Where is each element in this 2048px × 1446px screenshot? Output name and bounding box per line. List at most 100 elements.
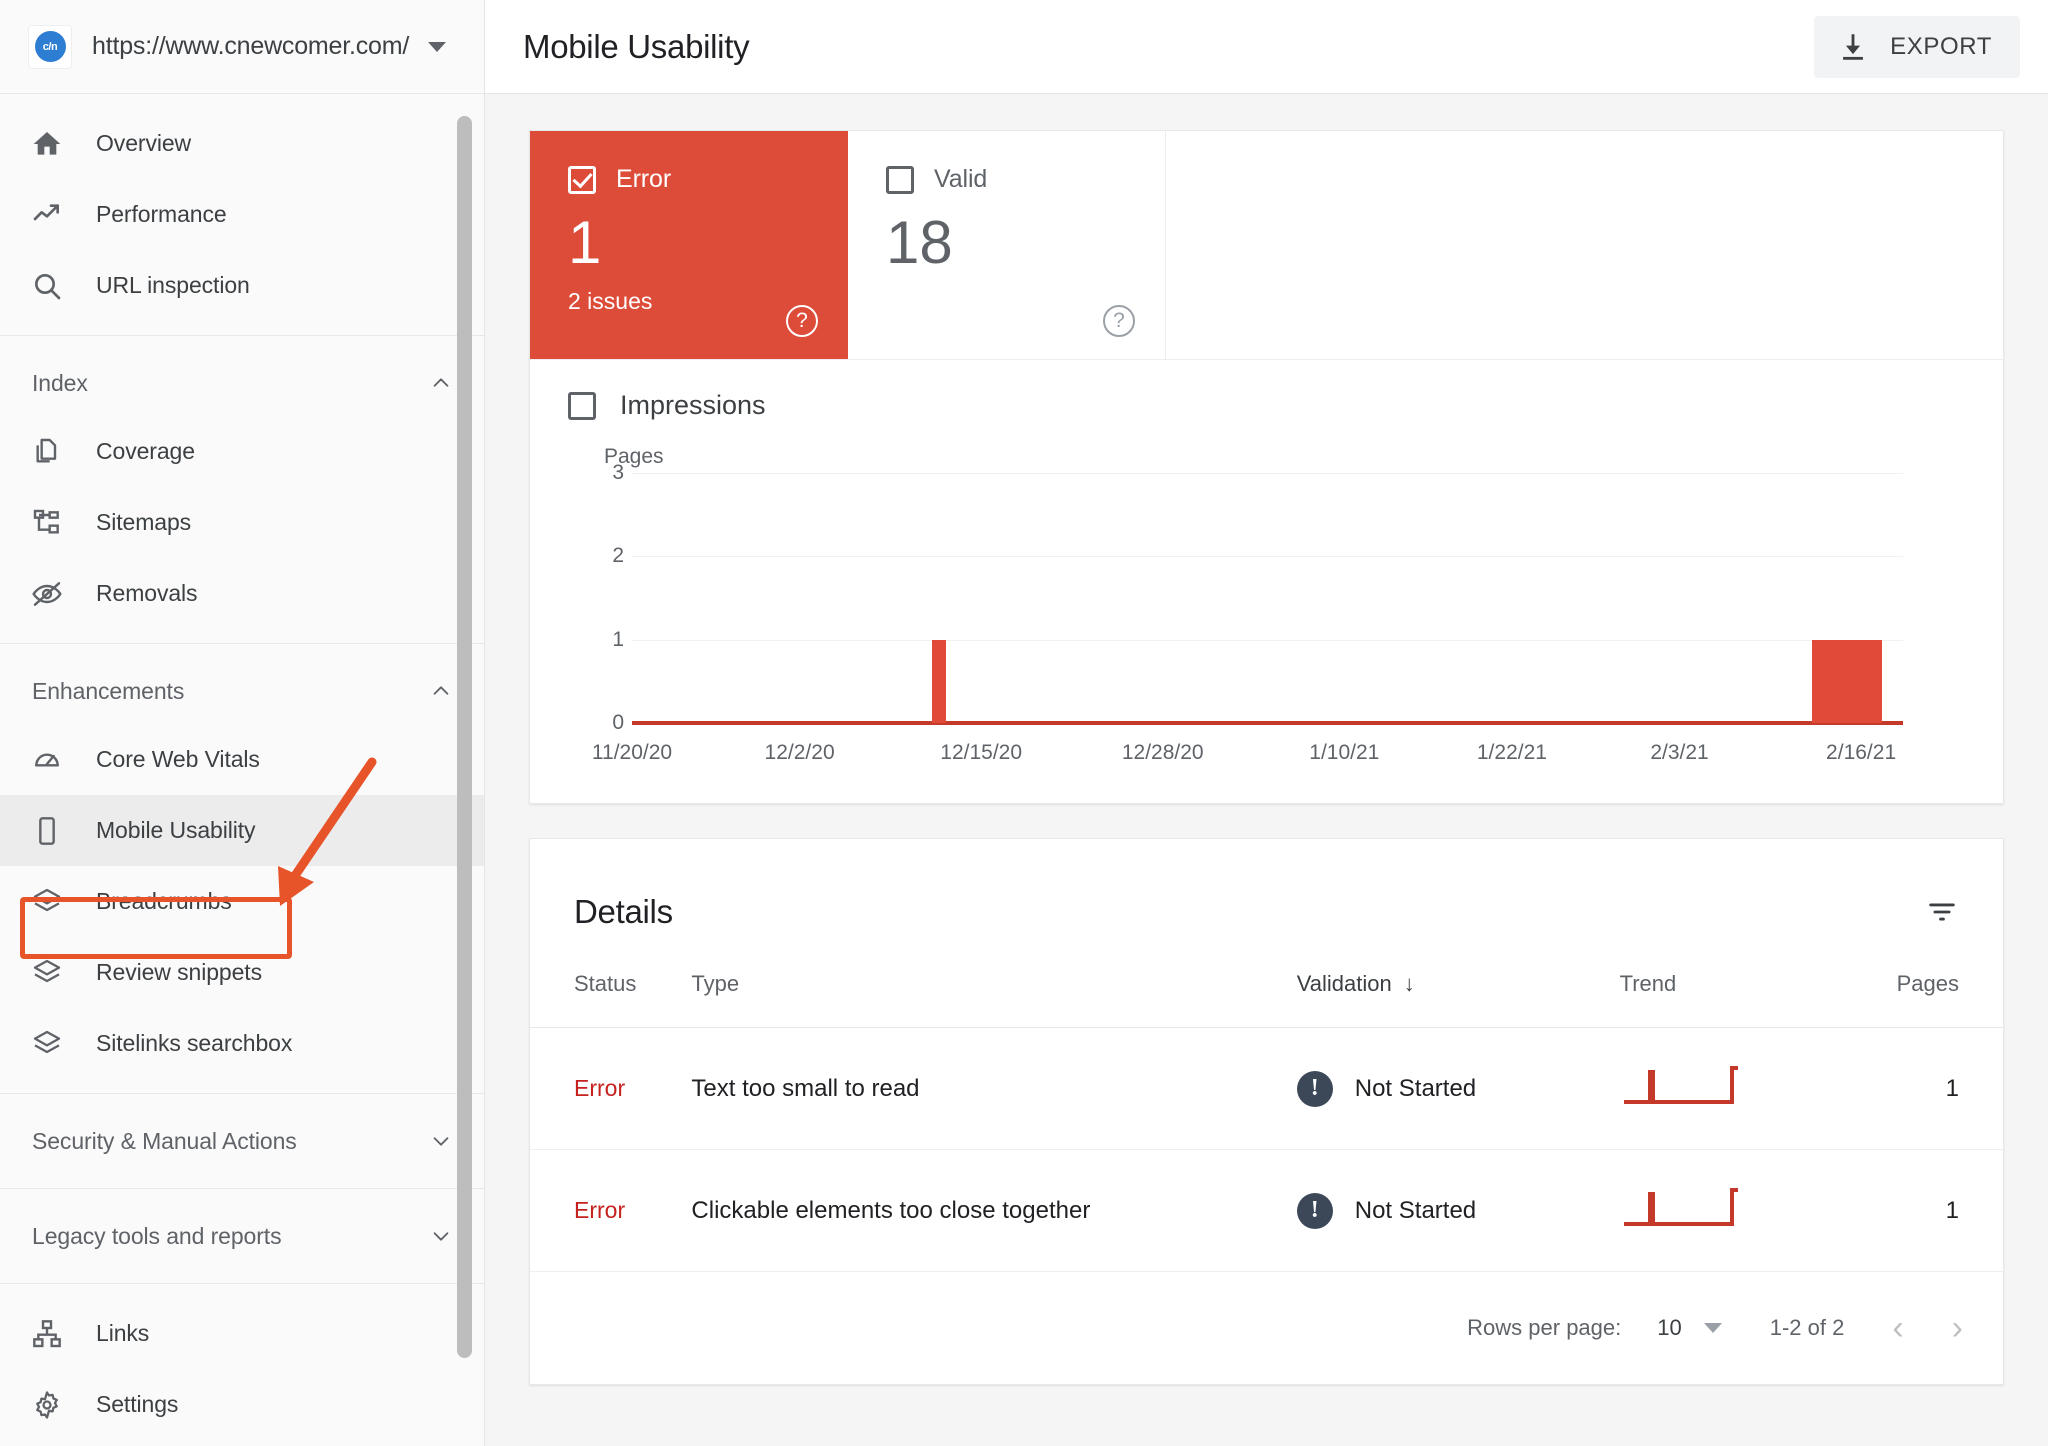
- sidebar-item-label: Breadcrumbs: [96, 888, 232, 914]
- summary-card-subtext: 2 issues: [568, 288, 653, 314]
- table-row[interactable]: Error Text too small to read ! Not Start…: [530, 1027, 2003, 1150]
- sidebar-item-label: Coverage: [96, 438, 195, 464]
- main-area: Mobile Usability EXPORT Error 1 2 issues…: [485, 0, 2048, 1446]
- exclamation-icon: !: [1296, 1192, 1333, 1229]
- summary-card-header: Valid: [886, 165, 1135, 194]
- property-url: https://www.cnewcomer.com/: [92, 32, 410, 60]
- chevron-left-icon[interactable]: ‹: [1892, 1311, 1903, 1345]
- column-header-status[interactable]: Status: [530, 943, 692, 1028]
- sitemap-icon: [30, 506, 64, 540]
- app-root: c/n https://www.cnewcomer.com/ Overview: [0, 0, 2048, 1446]
- summary-card-error[interactable]: Error 1 2 issues ?: [530, 131, 848, 359]
- sidebar-item-settings[interactable]: Settings: [0, 1369, 484, 1440]
- sidebar-item-review-snippets[interactable]: Review snippets: [0, 937, 484, 1008]
- property-selector[interactable]: c/n https://www.cnewcomer.com/: [0, 0, 484, 94]
- details-card: Details Status Type Validation ↓ Trend P…: [529, 838, 2004, 1385]
- sidebar-item-label: Mobile Usability: [96, 817, 256, 843]
- column-header-validation-label: Validation: [1296, 971, 1392, 996]
- chevron-down-icon[interactable]: [1703, 1323, 1722, 1333]
- filter-icon[interactable]: [1925, 895, 1959, 929]
- nav-group-enhancements: Enhancements Core Web Vitals Mobile Usab…: [0, 644, 484, 1094]
- summary-row-filler: [1166, 131, 2003, 359]
- nav-group-bottom: Links Settings: [0, 1284, 484, 1446]
- chevron-down-icon[interactable]: [430, 1130, 452, 1152]
- chart-plot-area: 0 1 2 3: [612, 461, 1903, 734]
- sidebar-item-coverage[interactable]: Coverage: [0, 416, 484, 487]
- top-bar: Mobile Usability EXPORT: [485, 0, 2048, 94]
- home-icon: [30, 127, 64, 161]
- sidebar-item-removals[interactable]: Removals: [0, 558, 484, 629]
- chart-bar[interactable]: [1840, 639, 1855, 723]
- cell-status: Error: [530, 1149, 692, 1272]
- status-chart-card: Error 1 2 issues ? Valid 18 ? Impression…: [529, 130, 2004, 804]
- summary-card-valid[interactable]: Valid 18 ?: [848, 131, 1166, 359]
- favicon-initials: c/n: [34, 31, 66, 62]
- sidebar-item-label: Removals: [96, 580, 198, 606]
- cell-validation: ! Not Started: [1296, 1149, 1620, 1272]
- rows-per-page-value[interactable]: 10: [1657, 1315, 1681, 1341]
- chart-bar[interactable]: [1868, 639, 1883, 723]
- sidebar-item-performance[interactable]: Performance: [0, 179, 484, 250]
- sidebar-item-label: Sitelinks searchbox: [96, 1030, 293, 1056]
- column-header-type[interactable]: Type: [691, 943, 1297, 1028]
- sidebar-section-index[interactable]: Index: [0, 350, 484, 416]
- details-title: Details: [574, 893, 673, 930]
- help-circle-icon[interactable]: ?: [1103, 305, 1135, 337]
- page-title: Mobile Usability: [523, 27, 750, 65]
- details-header: Details: [530, 839, 2003, 943]
- details-table-body: Error Text too small to read ! Not Start…: [530, 1027, 2003, 1272]
- sidebar-item-mobile-usability[interactable]: Mobile Usability: [0, 795, 484, 866]
- sidebar-item-sitelinks-searchbox[interactable]: Sitelinks searchbox: [0, 1008, 484, 1079]
- eye-off-icon: [30, 577, 64, 611]
- trend-sparkline-icon: [1623, 1188, 1738, 1226]
- chart-bar[interactable]: [1812, 639, 1827, 723]
- error-checkbox[interactable]: [568, 165, 596, 194]
- chart-x-axis: 11/20/20 12/2/20 12/15/20 12/28/20 1/10/21 1/…: [592, 723, 1903, 777]
- chart-y-tick-label: 2: [612, 544, 624, 568]
- chart-gridline: [632, 556, 1903, 558]
- nav-group-legacy: Legacy tools and reports: [0, 1189, 484, 1284]
- impressions-label: Impressions: [620, 390, 766, 420]
- trending-up-icon: [30, 198, 64, 232]
- column-header-trend[interactable]: Trend: [1619, 943, 1862, 1028]
- chart-x-tick-label: 2/16/21: [1826, 741, 1897, 764]
- sidebar-section-label: Enhancements: [32, 677, 185, 704]
- help-circle-icon[interactable]: ?: [786, 305, 818, 337]
- impressions-checkbox[interactable]: [568, 391, 596, 420]
- sidebar-item-url-inspection[interactable]: URL inspection: [0, 250, 484, 321]
- sidebar-section-enhancements[interactable]: Enhancements: [0, 658, 484, 724]
- sidebar-item-overview[interactable]: Overview: [0, 108, 484, 179]
- sidebar-item-core-web-vitals[interactable]: Core Web Vitals: [0, 724, 484, 795]
- sidebar-item-label: Review snippets: [96, 959, 262, 985]
- summary-card-header: Error: [568, 165, 818, 194]
- table-header-row: Status Type Validation ↓ Trend Pages: [530, 943, 2003, 1028]
- chart-x-tick-label: 1/10/21: [1309, 741, 1380, 764]
- scrollbar-thumb[interactable]: [457, 116, 472, 1358]
- nav-group-top: Overview Performance URL inspection: [0, 94, 484, 336]
- sidebar-section-legacy-tools[interactable]: Legacy tools and reports: [0, 1203, 484, 1269]
- chevron-down-icon[interactable]: [428, 41, 446, 52]
- chart-y-tick-label: 3: [612, 461, 624, 484]
- sidebar-item-sitemaps[interactable]: Sitemaps: [0, 487, 484, 558]
- valid-checkbox[interactable]: [886, 165, 914, 194]
- sidebar-scrollbar[interactable]: [457, 94, 472, 1446]
- chevron-right-icon[interactable]: ›: [1952, 1311, 1963, 1345]
- sidebar-section-security[interactable]: Security & Manual Actions: [0, 1108, 484, 1174]
- chart-bar[interactable]: [1854, 639, 1869, 723]
- column-header-validation[interactable]: Validation ↓: [1296, 943, 1620, 1028]
- cell-type: Text too small to read: [691, 1027, 1297, 1150]
- chart-bar[interactable]: [1826, 639, 1841, 723]
- export-button[interactable]: EXPORT: [1814, 15, 2020, 78]
- chart-area: Impressions Pages 0 1 2 3 11/20/20 12/2/20 12…: [530, 360, 2003, 803]
- status-badge: Error: [574, 1074, 626, 1101]
- chevron-up-icon[interactable]: [430, 372, 452, 394]
- chevron-down-icon[interactable]: [430, 1225, 452, 1247]
- content-scroll: Error 1 2 issues ? Valid 18 ? Impression…: [485, 94, 2048, 1446]
- chart-bar[interactable]: [932, 639, 947, 723]
- chevron-up-icon[interactable]: [430, 680, 452, 702]
- sidebar-item-breadcrumbs[interactable]: Breadcrumbs: [0, 866, 484, 937]
- table-row[interactable]: Error Clickable elements too close toget…: [530, 1149, 2003, 1272]
- sidebar-item-links[interactable]: Links: [0, 1298, 484, 1369]
- column-header-pages[interactable]: Pages: [1861, 943, 2003, 1028]
- impressions-toggle[interactable]: Impressions: [568, 390, 1959, 421]
